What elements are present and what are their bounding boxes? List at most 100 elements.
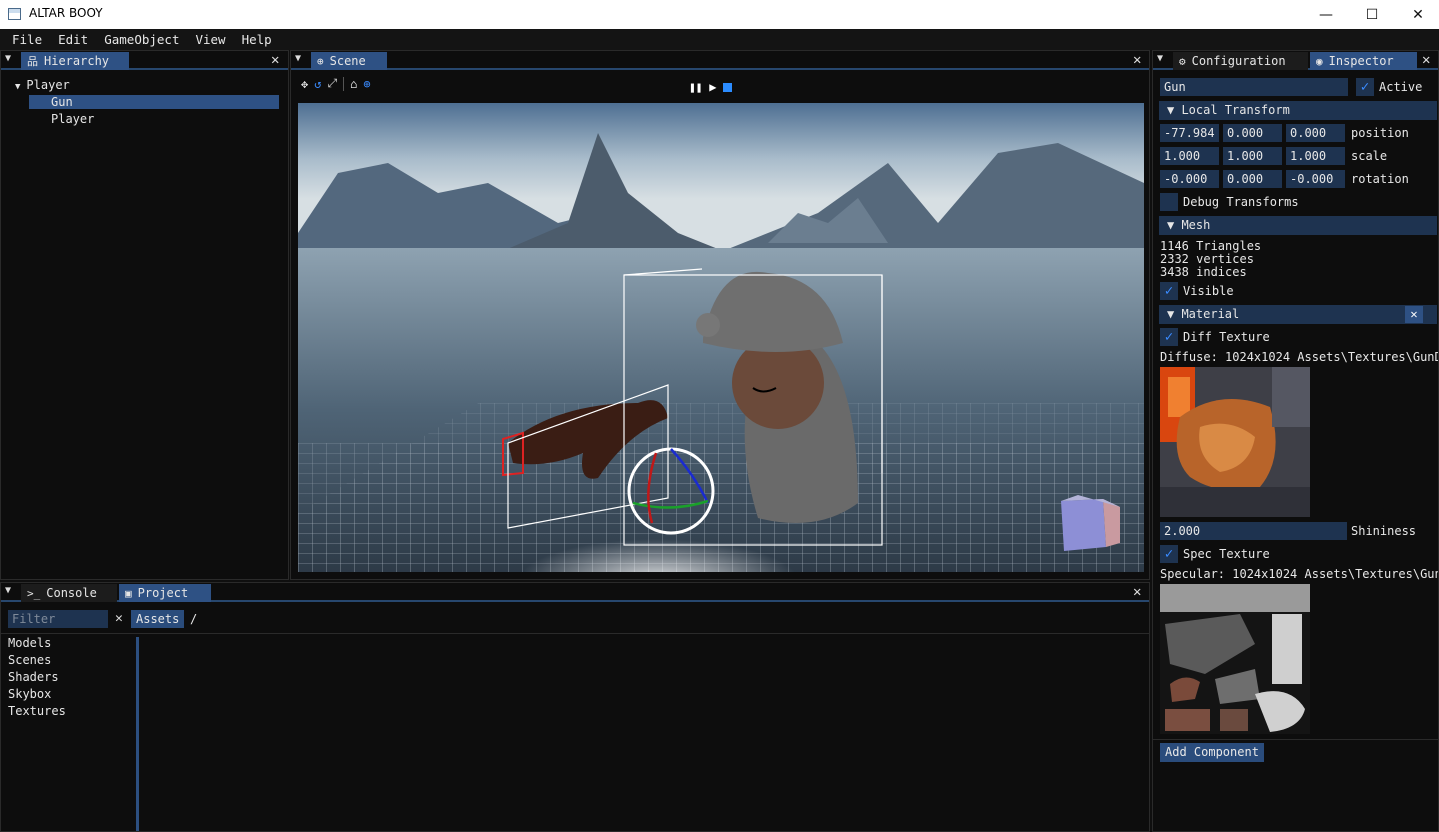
mesh-indices: 3438 indices — [1160, 265, 1247, 279]
filter-input[interactable]: Filter — [8, 610, 108, 628]
stop-icon[interactable] — [723, 82, 733, 92]
menu-file[interactable]: File — [4, 32, 50, 47]
close-icon[interactable]: ✕ — [271, 52, 279, 68]
scene-render — [298, 103, 1144, 572]
tab-scene-label: Scene — [329, 54, 366, 68]
folder-item-textures[interactable]: Textures — [8, 703, 66, 720]
assets-breadcrumb-button[interactable]: Assets — [131, 610, 185, 628]
position-z-input[interactable]: 0.000 — [1286, 124, 1345, 142]
menu-view[interactable]: View — [187, 32, 233, 47]
play-icon[interactable]: ▶ — [709, 80, 716, 94]
tab-configuration-label: Configuration — [1191, 54, 1286, 68]
divider — [1, 633, 1149, 634]
active-label: Active — [1379, 80, 1423, 94]
maximize-button[interactable]: ☐ — [1349, 0, 1395, 29]
hierarchy-tabbar: ▼ 品 Hierarchy ✕ — [1, 51, 288, 70]
rotate-tool-icon[interactable]: ↺ — [314, 77, 321, 91]
project-panel: ▼ >_ Console ▣ Project ✕ Filter ✕ Assets… — [0, 582, 1150, 832]
position-x-input[interactable]: -77.984 — [1160, 124, 1219, 142]
collapse-arrow-icon: ▼ — [1167, 218, 1182, 232]
home-icon[interactable]: ⌂ — [350, 77, 357, 91]
clear-filter-icon[interactable]: ✕ — [115, 611, 123, 626]
mesh-header[interactable]: ▼ Mesh — [1159, 216, 1437, 235]
tree-item-player[interactable]: ▼ Player — [15, 78, 70, 92]
spec-texture-checkbox[interactable]: ✓ — [1160, 545, 1178, 563]
tab-scene[interactable]: ⊕ Scene — [311, 52, 387, 70]
scale-tool-icon[interactable]: ⤢ — [327, 76, 337, 91]
tree-item-label: Gun — [51, 95, 73, 109]
rotation-x-input[interactable]: -0.000 — [1160, 170, 1219, 188]
scene-tabbar: ▼ ⊕ Scene ✕ — [291, 51, 1149, 70]
menu-help[interactable]: Help — [234, 32, 280, 47]
tab-console-label: Console — [46, 586, 97, 600]
scale-y-input[interactable]: 1.000 — [1223, 147, 1282, 165]
specular-texture-preview — [1160, 584, 1310, 734]
minimize-button[interactable]: — — [1303, 0, 1349, 29]
material-header[interactable]: ▼ Material — [1159, 305, 1437, 324]
close-icon[interactable]: ✕ — [1133, 584, 1141, 600]
dock-menu-icon[interactable]: ▼ — [5, 53, 11, 64]
local-transform-title: Local Transform — [1181, 103, 1290, 117]
gear-icon: ⚙ — [1179, 54, 1186, 68]
dock-menu-icon[interactable]: ▼ — [1157, 53, 1163, 64]
world-space-icon[interactable]: ⊕ — [363, 77, 370, 91]
close-window-button[interactable]: ✕ — [1395, 0, 1439, 29]
position-label: position — [1351, 126, 1409, 140]
tab-inspector[interactable]: ◉ Inspector — [1310, 52, 1417, 70]
scale-z-input[interactable]: 1.000 — [1286, 147, 1345, 165]
close-icon[interactable]: ✕ — [1422, 52, 1430, 68]
debug-transforms-label: Debug Transforms — [1183, 195, 1299, 209]
object-name-input[interactable]: Gun — [1160, 78, 1348, 96]
tab-hierarchy-label: Hierarchy — [44, 54, 110, 68]
visible-checkbox[interactable]: ✓ — [1160, 282, 1178, 300]
remove-material-button[interactable]: ✕ — [1405, 306, 1423, 323]
mesh-title: Mesh — [1181, 218, 1211, 232]
diff-texture-checkbox[interactable]: ✓ — [1160, 328, 1178, 346]
menu-edit[interactable]: Edit — [50, 32, 96, 47]
app-icon — [8, 8, 21, 20]
tab-hierarchy[interactable]: 品 Hierarchy — [21, 52, 129, 70]
playback-controls: ❚❚ ▶ — [689, 80, 733, 94]
add-component-button[interactable]: Add Component — [1160, 743, 1264, 762]
menu-bar: File Edit GameObject View Help — [0, 29, 1439, 50]
shininess-input[interactable]: 2.000 — [1160, 522, 1347, 540]
pause-icon[interactable]: ❚❚ — [689, 81, 702, 94]
tab-project[interactable]: ▣ Project — [119, 584, 211, 602]
folder-item-models[interactable]: Models — [8, 635, 51, 652]
folder-item-scenes[interactable]: Scenes — [8, 652, 51, 669]
rotation-z-input[interactable]: -0.000 — [1286, 170, 1345, 188]
debug-transforms-checkbox[interactable] — [1160, 193, 1178, 211]
rotation-y-input[interactable]: 0.000 — [1223, 170, 1282, 188]
tab-console[interactable]: >_ Console — [21, 584, 117, 602]
folder-item-skybox[interactable]: Skybox — [8, 686, 51, 703]
splitter-handle[interactable] — [136, 637, 139, 831]
active-checkbox[interactable]: ✓ — [1356, 78, 1374, 96]
diffuse-texture-preview — [1160, 367, 1310, 517]
mesh-vertices: 2332 vertices — [1160, 252, 1254, 266]
position-y-input[interactable]: 0.000 — [1223, 124, 1282, 142]
menu-gameobject[interactable]: GameObject — [96, 32, 187, 47]
dock-menu-icon[interactable]: ▼ — [5, 585, 11, 596]
close-icon[interactable]: ✕ — [1133, 52, 1141, 68]
collapse-arrow-icon: ▼ — [1167, 307, 1182, 321]
tree-item-gun[interactable]: Gun — [29, 95, 279, 109]
title-bar: ALTAR BOOY — ☐ ✕ — [0, 0, 1439, 29]
scale-x-input[interactable]: 1.000 — [1160, 147, 1219, 165]
window-title: ALTAR BOOY — [29, 6, 103, 20]
tab-project-label: Project — [137, 586, 189, 600]
dock-menu-icon[interactable]: ▼ — [295, 53, 301, 64]
material-title: Material — [1181, 307, 1240, 321]
tab-configuration[interactable]: ⚙ Configuration — [1173, 52, 1308, 70]
tree-item-player-child[interactable]: Player — [51, 112, 94, 126]
toolbar-divider — [343, 76, 345, 91]
expand-arrow-icon[interactable]: ▼ — [15, 82, 20, 92]
terminal-icon: >_ — [27, 586, 41, 600]
rotation-label: rotation — [1351, 172, 1409, 186]
collapse-arrow-icon: ▼ — [1167, 103, 1182, 117]
inspector-panel: ▼ ⚙ Configuration ◉ Inspector ✕ Gun ✓ Ac… — [1152, 50, 1439, 832]
eye-icon: ◉ — [1316, 54, 1323, 68]
move-tool-icon[interactable]: ✥ — [301, 77, 308, 91]
local-transform-header[interactable]: ▼ Local Transform — [1159, 101, 1437, 120]
scene-viewport[interactable] — [298, 103, 1144, 572]
folder-item-shaders[interactable]: Shaders — [8, 669, 59, 686]
